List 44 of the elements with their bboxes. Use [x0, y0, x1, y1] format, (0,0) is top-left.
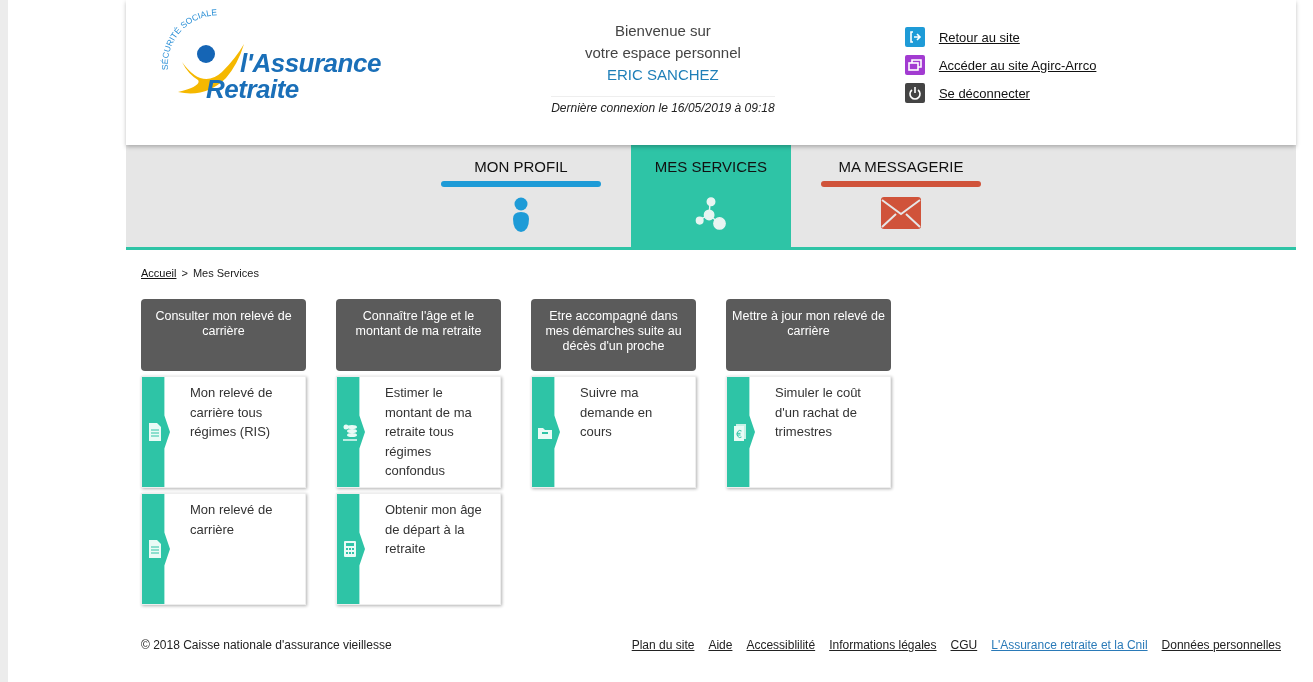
- footer-link[interactable]: Données personnelles: [1161, 638, 1281, 652]
- logo-subtitle: Retraite: [206, 76, 300, 102]
- category-header: Connaître l'âge et le montant de ma retraite: [336, 299, 501, 371]
- logo-title: l'Assurance: [240, 50, 381, 76]
- footer-link[interactable]: Plan du site: [631, 638, 695, 652]
- power-icon[interactable]: [904, 83, 925, 103]
- network-icon: [694, 197, 728, 231]
- envelope-icon: [881, 197, 921, 229]
- banknotes-icon: [732, 422, 748, 442]
- welcome-text: votre espace personnel: [584, 43, 741, 63]
- person-icon: [511, 197, 531, 233]
- header-link[interactable]: Accéder au site Agirc-Arrco: [938, 57, 1097, 73]
- exit-icon[interactable]: [904, 27, 925, 47]
- welcome-text: Bienvenue sur: [614, 21, 711, 41]
- last-login-text: Dernière connexion le 16/05/2019 à 09:18: [551, 96, 775, 115]
- category-header: Mettre à jour mon relevé de carrière: [726, 299, 891, 371]
- service-card[interactable]: Obtenir mon âge de départ à la retraite: [336, 493, 501, 605]
- calculator-icon: [342, 539, 358, 559]
- document-icon: [147, 539, 163, 559]
- coins-icon: [342, 422, 358, 442]
- service-card[interactable]: Estimer le montant de ma retraite tous régimes confondus: [336, 376, 501, 488]
- breadcrumb-current: Mes Services: [192, 267, 259, 279]
- header-link[interactable]: Retour au site: [938, 29, 1020, 45]
- category-header: Etre accompagné dans mes démarches suite au décès d'un proche: [531, 299, 696, 371]
- service-card[interactable]: Mon relevé de carrière tous régimes (RIS): [141, 376, 306, 488]
- nav-tab[interactable]: MON PROFIL: [441, 145, 601, 247]
- footer-link[interactable]: L'Assurance retraite et la Cnil: [991, 638, 1148, 652]
- service-card[interactable]: Simuler le coût d'un rachat de trimestres: [726, 376, 891, 488]
- copyright-text: © 2018 Caisse nationale d'assurance vieillesse: [141, 638, 392, 652]
- footer-link[interactable]: CGU: [950, 638, 978, 652]
- header-link[interactable]: Se déconnecter: [938, 85, 1030, 101]
- footer-link[interactable]: Informations légales: [829, 638, 937, 652]
- document-icon: [147, 422, 163, 442]
- service-card[interactable]: Mon relevé de carrière: [141, 493, 306, 605]
- nav-tab[interactable]: MA MESSAGERIE: [821, 145, 981, 247]
- footer-link[interactable]: Accessiblilité: [746, 638, 816, 652]
- breadcrumb-separator: >: [181, 267, 188, 279]
- breadcrumb-link[interactable]: Accueil: [141, 267, 177, 279]
- windows-icon[interactable]: [904, 55, 925, 75]
- user-name: ERIC SANCHEZ: [607, 65, 719, 85]
- nav-tab[interactable]: MES SERVICES: [631, 145, 791, 247]
- footer-link[interactable]: Aide: [708, 638, 733, 652]
- service-card[interactable]: Suivre ma demande en cours: [531, 376, 696, 488]
- category-header: Consulter mon relevé de carrière: [141, 299, 306, 371]
